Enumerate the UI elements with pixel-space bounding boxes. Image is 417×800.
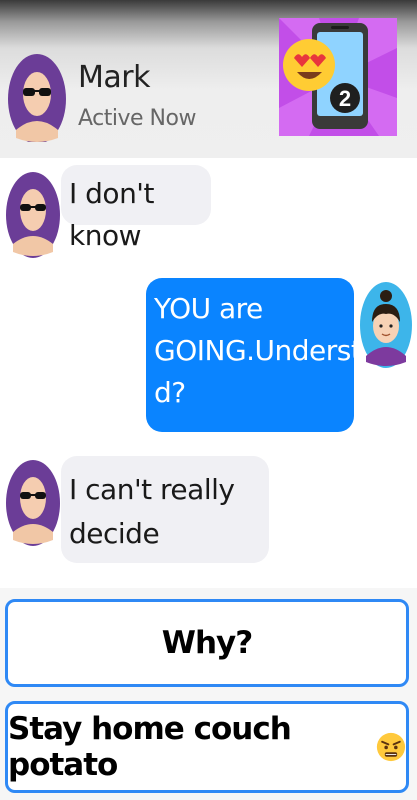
- contact-avatar[interactable]: [8, 52, 66, 142]
- angry-face-icon: [376, 732, 406, 762]
- contact-avatar: [6, 172, 60, 258]
- app-badge-number: 2: [339, 86, 351, 111]
- message-list[interactable]: I don't know YOU are GOING.Understan d? …: [0, 158, 417, 588]
- contact-name: Mark: [78, 60, 150, 95]
- choice-button-why[interactable]: Why?: [5, 599, 409, 687]
- outgoing-message-bubble: YOU are GOING.Understan d?: [146, 278, 396, 432]
- incoming-message-bubble: I don't know: [61, 165, 211, 252]
- player-avatar: [360, 282, 412, 368]
- choice-button-stay-home[interactable]: Stay home couch potato: [5, 701, 409, 793]
- message-line: decide: [69, 517, 160, 550]
- contact-avatar: [6, 460, 60, 546]
- incoming-message-bubble: I can't really decide: [61, 456, 269, 563]
- message-line: GOING.Understan: [154, 334, 396, 367]
- message-line: YOU are: [154, 292, 263, 325]
- reply-choices: Why? Stay home couch potato: [0, 588, 417, 800]
- message-line: d?: [154, 376, 186, 409]
- contact-status: Active Now: [78, 106, 196, 131]
- message-line: I can't really: [69, 473, 235, 506]
- chat-header: Mark Active Now 2: [0, 0, 417, 158]
- choice-label: Why?: [161, 625, 253, 661]
- message-line: I don't know: [69, 177, 154, 252]
- app-logo-icon: 2: [279, 18, 397, 136]
- choice-label: Stay home couch potato: [8, 711, 292, 783]
